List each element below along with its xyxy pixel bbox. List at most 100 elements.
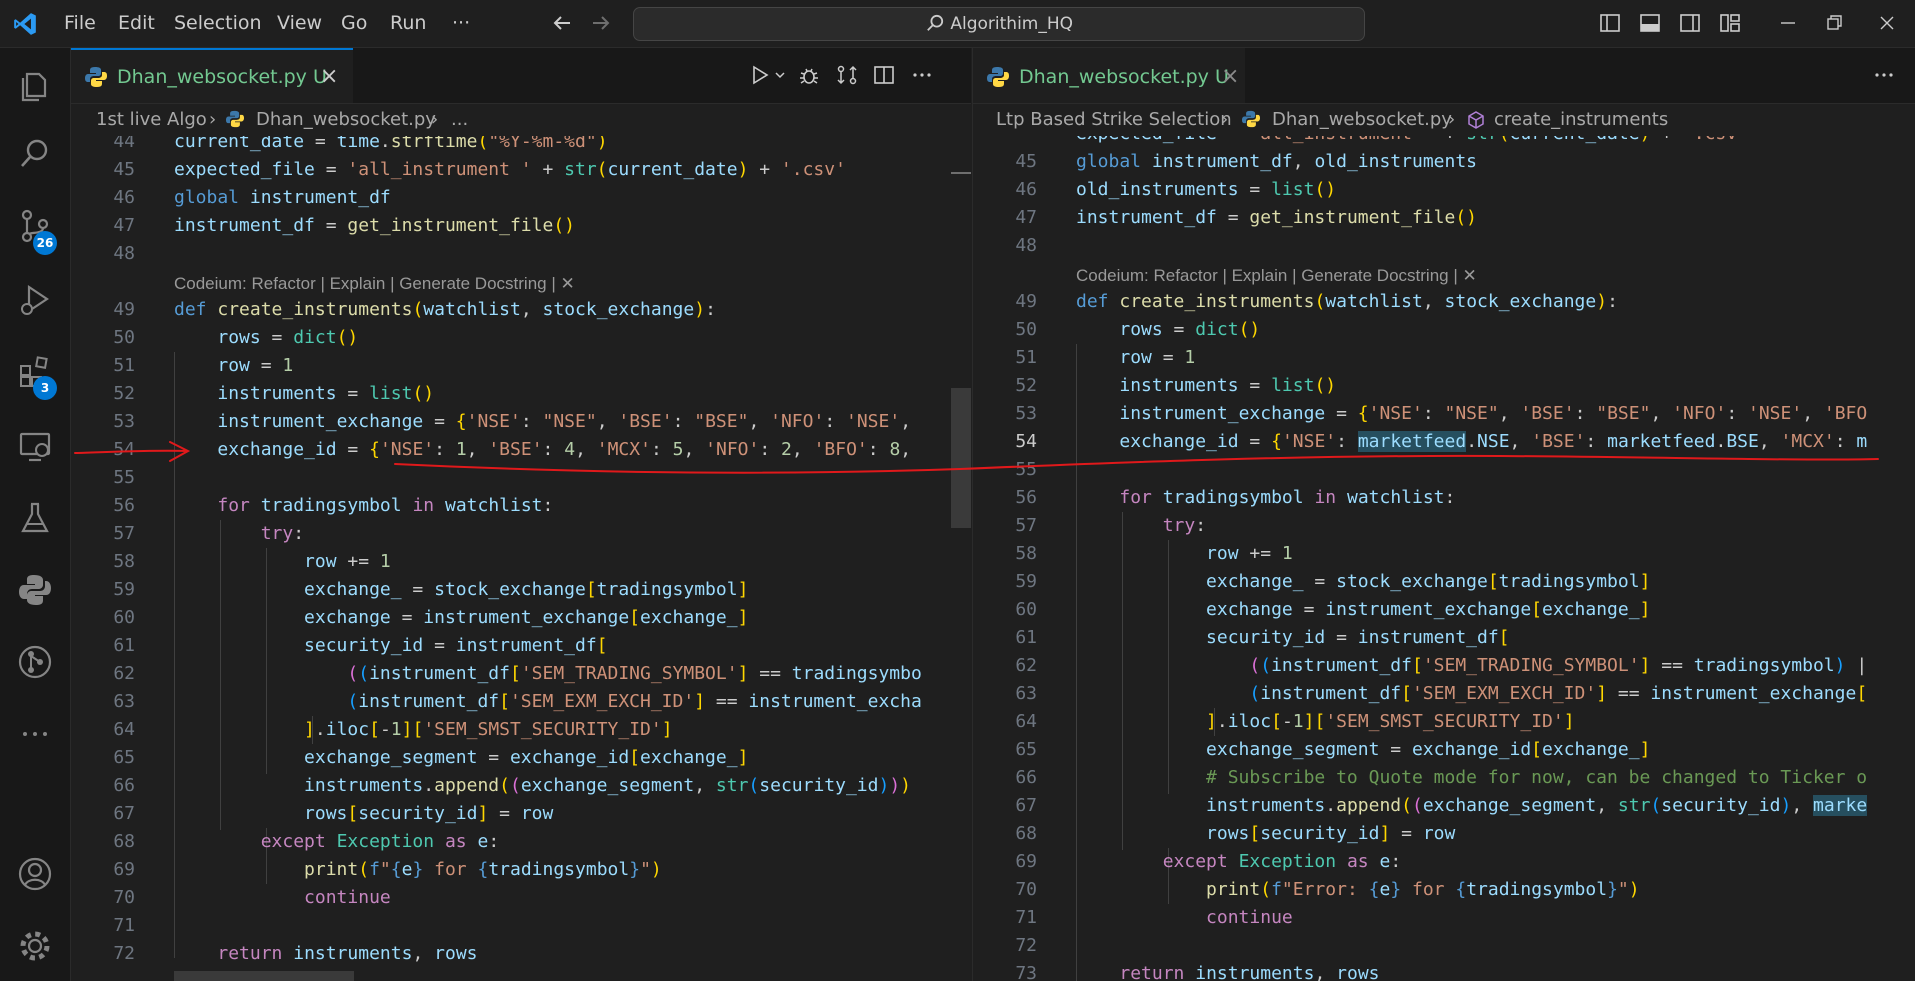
breadcrumb-chevron-icon: › bbox=[209, 109, 217, 130]
code-line: instruments = list() bbox=[1119, 375, 1337, 396]
line-number: 49 bbox=[1015, 291, 1037, 312]
code-line: exchange = instrument_exchange[exchange_… bbox=[304, 607, 749, 628]
code-line: exchange_ = stock_exchange[tradingsymbol… bbox=[304, 579, 749, 600]
split-editor-icon[interactable] bbox=[873, 64, 895, 86]
toggle-primary-sidebar-icon[interactable] bbox=[1599, 12, 1621, 34]
breadcrumb-file[interactable]: Dhan_websocket.py bbox=[256, 109, 436, 130]
line-number: 53 bbox=[1015, 403, 1037, 424]
command-center-search[interactable]: Algorithim_HQ bbox=[633, 7, 1365, 41]
code-editor-left[interactable]: 44 current_date = time.strftime("%Y-%m-%d… bbox=[71, 136, 971, 981]
search-text-label: Algorithim_HQ bbox=[950, 14, 1074, 34]
line-number: 61 bbox=[113, 635, 135, 656]
code-line: instruments.append((exchange_segment, st… bbox=[1206, 795, 1868, 816]
codeium-codelens[interactable]: Codeium: Refactor | Explain | Generate D… bbox=[1076, 262, 1477, 290]
back-arrow-icon[interactable] bbox=[551, 12, 573, 34]
customize-layout-icon[interactable] bbox=[1719, 12, 1741, 34]
line-number: 51 bbox=[1015, 347, 1037, 368]
menu-file[interactable]: File bbox=[64, 12, 96, 34]
line-number: 56 bbox=[113, 495, 135, 516]
python-file-icon bbox=[987, 67, 1009, 87]
breadcrumb-file[interactable]: Dhan_websocket.py bbox=[1272, 109, 1452, 130]
codeium-codelens[interactable]: Codeium: Refactor | Explain | Generate D… bbox=[174, 270, 575, 298]
menu-run[interactable]: Run bbox=[390, 12, 426, 34]
breadcrumb-symbol[interactable]: create_instruments bbox=[1494, 109, 1668, 130]
code-line: exchange = instrument_exchange[exchange_… bbox=[1206, 599, 1651, 620]
line-number: 64 bbox=[1015, 711, 1037, 732]
menu-view[interactable]: View bbox=[277, 12, 322, 34]
menu-edit[interactable]: Edit bbox=[118, 12, 155, 34]
run-and-debug-icon[interactable] bbox=[17, 282, 53, 318]
breadcrumb-folder[interactable]: Ltp Based Strike Selection bbox=[996, 109, 1232, 130]
tab-dhan-websocket-right[interactable]: Dhan_websocket.py U × bbox=[973, 48, 1245, 103]
breadcrumb-left: 1st live Algo › Dhan_websocket.py › ... bbox=[71, 104, 971, 136]
source-control-badge: 26 bbox=[33, 231, 57, 255]
line-number: 65 bbox=[113, 747, 135, 768]
line-number: 59 bbox=[1015, 571, 1037, 592]
code-line: continue bbox=[1206, 907, 1293, 928]
line-number: 72 bbox=[1015, 935, 1037, 956]
minimize-icon[interactable] bbox=[1777, 12, 1799, 34]
accounts-icon[interactable] bbox=[17, 856, 53, 892]
line-number: 63 bbox=[1015, 683, 1037, 704]
breadcrumb-symbol[interactable]: ... bbox=[451, 109, 468, 130]
toggle-panel-icon[interactable] bbox=[1639, 12, 1661, 34]
tab-bar-left: Dhan_websocket.py U × bbox=[71, 48, 971, 104]
git-graph-icon[interactable] bbox=[17, 644, 53, 680]
line-number: 59 bbox=[113, 579, 135, 600]
close-window-icon[interactable] bbox=[1876, 12, 1898, 34]
remote-explorer-icon[interactable] bbox=[17, 428, 53, 464]
editor-pane-right: Dhan_websocket.py U × Ltp Based Strike S… bbox=[972, 48, 1915, 981]
forward-arrow-icon[interactable] bbox=[590, 12, 612, 34]
line-number: 48 bbox=[1015, 235, 1037, 256]
line-number: 52 bbox=[1015, 375, 1037, 396]
line-number: 63 bbox=[113, 691, 135, 712]
debug-bug-icon[interactable] bbox=[798, 64, 820, 86]
code-line: row = 1 bbox=[217, 355, 294, 376]
more-actions-icon[interactable] bbox=[1873, 64, 1895, 86]
line-number: 64 bbox=[113, 719, 135, 740]
menu-selection[interactable]: Selection bbox=[174, 12, 262, 34]
line-number: 54 bbox=[113, 439, 135, 460]
code-line: exchange_segment = exchange_id[exchange_… bbox=[1206, 739, 1651, 760]
open-changes-icon[interactable] bbox=[836, 64, 858, 86]
code-line: (instrument_df['SEM_EXM_EXCH_ID'] == ins… bbox=[1249, 683, 1868, 704]
more-views-icon[interactable] bbox=[17, 716, 53, 752]
code-line: old_instruments = list() bbox=[1076, 179, 1337, 200]
manage-gear-icon[interactable] bbox=[17, 928, 53, 964]
run-dropdown-chevron-icon[interactable] bbox=[774, 64, 786, 86]
editor-pane-left: Dhan_websocket.py U × 1st live Algo › Dh… bbox=[71, 48, 971, 981]
toggle-secondary-sidebar-icon[interactable] bbox=[1679, 12, 1701, 34]
horizontal-scrollbar[interactable] bbox=[174, 971, 354, 981]
line-number: 49 bbox=[113, 299, 135, 320]
search-view-icon[interactable] bbox=[17, 136, 53, 172]
line-number: 73 bbox=[1015, 963, 1037, 981]
code-editor-right[interactable]: expected_file = 'all_instrument ' + str(… bbox=[973, 136, 1915, 981]
vertical-scrollbar[interactable] bbox=[951, 136, 971, 981]
breadcrumb-folder[interactable]: 1st live Algo bbox=[96, 109, 207, 130]
tab-close-icon[interactable]: × bbox=[1221, 64, 1239, 89]
explorer-icon[interactable] bbox=[17, 68, 53, 104]
menu-go[interactable]: Go bbox=[341, 12, 367, 34]
run-python-file-icon[interactable] bbox=[749, 64, 771, 86]
more-actions-icon[interactable] bbox=[911, 64, 933, 86]
python-icon[interactable] bbox=[17, 572, 53, 608]
vscode-logo-icon[interactable] bbox=[12, 11, 38, 37]
testing-flask-icon[interactable] bbox=[17, 500, 53, 536]
code-line: return instruments, rows bbox=[217, 943, 478, 964]
python-file-icon bbox=[226, 110, 244, 128]
line-number: 52 bbox=[113, 383, 135, 404]
code-line: print(f"{e} for {tradingsymbol}") bbox=[304, 859, 662, 880]
search-icon bbox=[927, 14, 944, 31]
menu-more[interactable]: ··· bbox=[452, 12, 470, 34]
tab-label: Dhan_websocket.py U bbox=[117, 66, 327, 88]
line-number: 66 bbox=[1015, 767, 1037, 788]
code-line: rows = dict() bbox=[1119, 319, 1261, 340]
code-line: try: bbox=[260, 523, 305, 544]
line-number: 56 bbox=[1015, 487, 1037, 508]
breadcrumb-chevron-icon: › bbox=[1448, 109, 1456, 130]
line-number: 50 bbox=[1015, 319, 1037, 340]
tab-label: Dhan_websocket.py U bbox=[1019, 66, 1229, 88]
tab-dhan-websocket-left[interactable]: Dhan_websocket.py U × bbox=[71, 48, 353, 103]
tab-close-icon[interactable]: × bbox=[320, 64, 338, 89]
restore-icon[interactable] bbox=[1823, 12, 1845, 34]
